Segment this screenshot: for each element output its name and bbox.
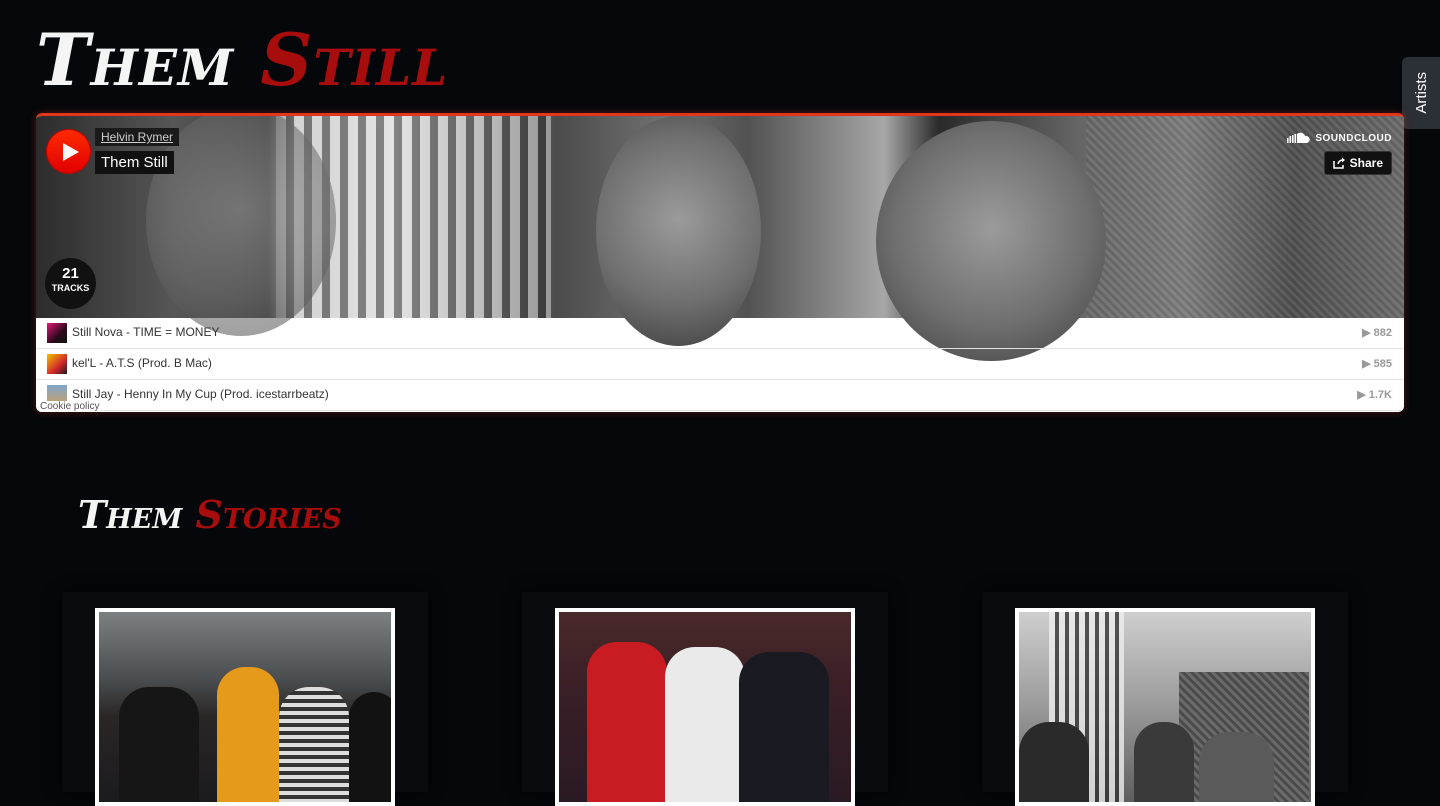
track-plays: ▶ 882 — [1362, 326, 1392, 339]
track-plays: ▶ 585 — [1362, 357, 1392, 370]
story-card[interactable] — [522, 592, 888, 806]
soundcloud-logo[interactable]: SOUNDCLOUD — [1287, 132, 1392, 144]
track-thumbnail — [47, 323, 67, 343]
track-play-count: 882 — [1373, 327, 1392, 339]
story-image[interactable] — [95, 608, 395, 806]
site-title-part1: Them — [36, 17, 235, 102]
track-plays: ▶ 1.7K — [1357, 388, 1392, 401]
artists-tab[interactable]: Artists — [1402, 57, 1440, 129]
cookie-policy-link[interactable]: Cookie policy — [39, 401, 101, 412]
track-row[interactable]: Still Jay - Henny In My Cup (Prod. icest… — [36, 380, 1404, 411]
track-thumbnail — [47, 354, 67, 374]
track-title: Still Nova - TIME = MONEY — [72, 325, 220, 339]
site-title: Them Still — [36, 18, 448, 102]
share-button[interactable]: Share — [1323, 151, 1392, 175]
track-title: Still Jay - Henny In My Cup (Prod. icest… — [72, 387, 329, 401]
share-icon — [1332, 157, 1345, 169]
track-title: kel'L - A.T.S (Prod. B Mac) — [72, 356, 212, 370]
artists-tab-label: Artists — [1412, 72, 1430, 114]
soundcloud-cloud-icon — [1287, 132, 1310, 143]
stories-title-part1: Them — [78, 492, 183, 537]
soundcloud-brand-text: SOUNDCLOUD — [1315, 132, 1392, 144]
track-row[interactable]: kel'L - A.T.S (Prod. B Mac) ▶ 585 — [36, 349, 1404, 380]
plays-icon: ▶ — [1362, 327, 1374, 339]
track-row[interactable]: Still Nova - TIME = MONEY ▶ 882 — [36, 318, 1404, 349]
story-card[interactable] — [62, 592, 428, 806]
story-card[interactable] — [982, 592, 1348, 806]
tracklist: Still Nova - TIME = MONEY ▶ 882 kel'L - … — [36, 318, 1404, 411]
track-count-label: TRACKS — [51, 283, 90, 293]
site-title-part2: Still — [260, 17, 449, 102]
share-label: Share — [1349, 156, 1383, 170]
plays-icon: ▶ — [1357, 389, 1369, 401]
story-image[interactable] — [1015, 608, 1315, 806]
track-play-count: 1.7K — [1368, 389, 1392, 401]
artwork-figure-center — [596, 116, 761, 346]
track-count-badge: 21 TRACKS — [45, 258, 96, 309]
play-icon — [62, 142, 79, 161]
artwork-pattern-right — [1086, 116, 1404, 318]
artwork-figure-left — [146, 116, 336, 336]
stories-title: Them Stories — [78, 490, 342, 540]
playlist-title[interactable]: Them Still — [95, 151, 174, 174]
soundcloud-player: Helvin Rymer Them Still SOUNDCLOUD Share… — [36, 113, 1404, 412]
track-play-count: 585 — [1373, 358, 1392, 370]
play-button[interactable] — [47, 130, 90, 173]
stories-title-part2: Stories — [195, 492, 342, 537]
artist-link[interactable]: Helvin Rymer — [95, 128, 180, 146]
track-count: 21 — [62, 265, 79, 282]
playlist-artwork: Helvin Rymer Them Still SOUNDCLOUD Share… — [36, 116, 1404, 361]
plays-icon: ▶ — [1362, 358, 1374, 370]
story-image[interactable] — [555, 608, 855, 806]
